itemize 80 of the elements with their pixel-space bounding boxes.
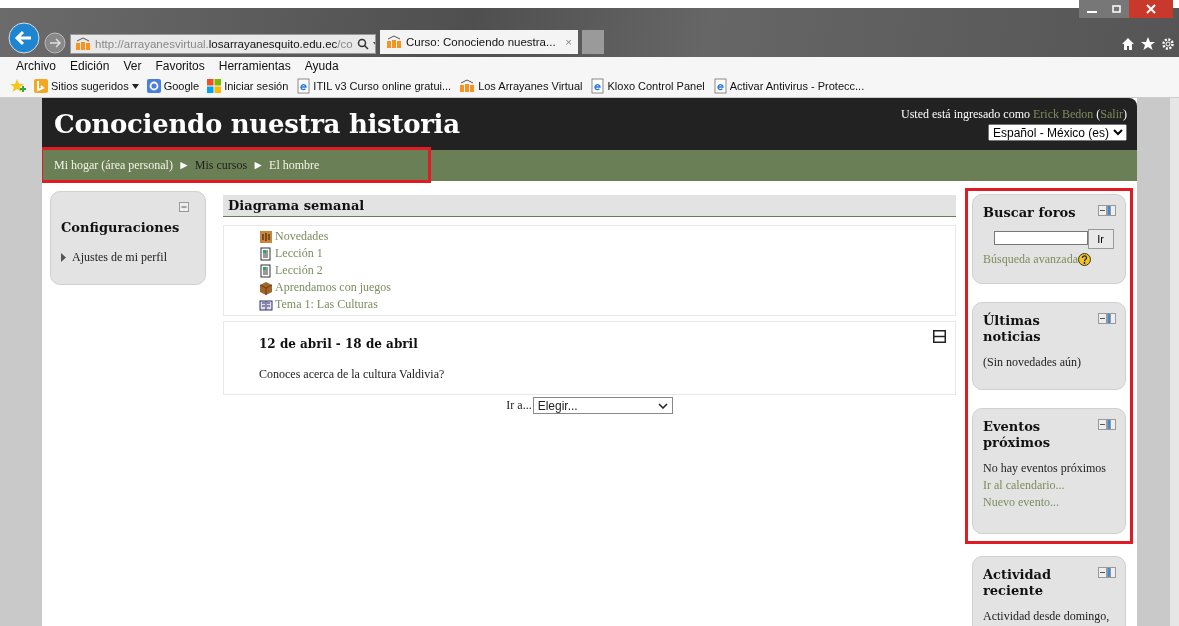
activity-link[interactable]: Lección 1 (275, 246, 323, 261)
address-text: http://arrayanesvirtual.losarrayanesquito.edu.ec/co (95, 38, 353, 50)
breadcrumb-link[interactable]: Mis cursos (194, 158, 248, 173)
activity-link[interactable]: Tema 1: Las Culturas (275, 297, 378, 312)
dock-icon[interactable] (1098, 567, 1116, 578)
block-text: No hay eventos próximos (983, 459, 1107, 477)
collapsed-arrow-icon[interactable] (61, 253, 66, 263)
address-bar[interactable]: http://arrayanesvirtual.losarrayanesquito.edu.ec/co (70, 34, 376, 54)
box-icon (259, 280, 273, 295)
help-icon[interactable] (1077, 253, 1091, 267)
moodle-logo-icon (386, 35, 402, 49)
home-icon[interactable] (1121, 37, 1135, 51)
jump-label: Ir a... (506, 398, 532, 413)
browser-tab[interactable]: Curso: Conociendo nuestra... × (380, 30, 578, 54)
dock-icon[interactable] (1098, 205, 1116, 216)
forward-icon[interactable] (44, 32, 66, 54)
moodle-logo-icon (459, 79, 476, 93)
menu-item[interactable]: Ver (123, 59, 142, 73)
course-title: Conociendo nuestra historia (54, 109, 460, 139)
page-icon (712, 78, 727, 94)
back-icon[interactable] (8, 22, 40, 54)
page-icon (590, 78, 605, 94)
page-icon (296, 78, 311, 94)
language-select[interactable]: Español - México (es) (988, 124, 1127, 141)
add-favorite-icon[interactable] (10, 79, 26, 93)
document-icon (259, 246, 273, 261)
settings-icon[interactable] (1161, 37, 1175, 51)
block-title: Eventos próximos (983, 419, 1052, 452)
forum-icon (259, 229, 273, 244)
minimize-icon[interactable] (1079, 0, 1105, 18)
activity-link[interactable]: Lección 2 (275, 263, 323, 278)
dock-icon[interactable] (1098, 419, 1116, 430)
jump-select[interactable]: Elegir... (532, 397, 673, 414)
breadcrumb-separator: ► (252, 158, 265, 173)
dock-icon[interactable] (1098, 313, 1116, 324)
block-text: Actividad desde domingo, (983, 607, 1111, 625)
bookmark-link[interactable]: Activar Antivirus - Protecc... (712, 78, 865, 94)
restore-icon[interactable] (1105, 0, 1129, 18)
block-title: Últimas noticias (983, 313, 1042, 346)
moodle-logo-icon (75, 37, 91, 51)
breadcrumb-link[interactable]: Mi hogar (área personal) (54, 158, 173, 173)
block-text: (Sin novedades aún) (983, 353, 1082, 371)
menu-item[interactable]: Herramientas (218, 59, 291, 73)
scrollbar[interactable] (1170, 98, 1179, 626)
bookmark-link[interactable]: Google (146, 79, 200, 93)
caret-icon (657, 402, 668, 409)
block-title: Actividad reciente (983, 567, 1053, 600)
block-title: Buscar foros (983, 205, 1076, 222)
bookmark-link[interactable]: Kloxo Control Panel (590, 78, 705, 94)
bookmark-logo-icon (146, 79, 161, 93)
bookmark-link[interactable]: Iniciar sesión (207, 79, 289, 93)
go-button[interactable]: Ir (1087, 229, 1114, 250)
document-icon (259, 263, 273, 278)
breadcrumb-link[interactable]: El hombre (269, 158, 320, 173)
block-title: Configuraciones (61, 220, 180, 237)
menu-item[interactable]: Edición (70, 59, 110, 73)
bookmark-logo-icon (34, 79, 48, 93)
search-field[interactable] (993, 231, 1088, 246)
activity-link[interactable]: Aprendamos con juegos (275, 280, 391, 295)
breadcrumb-separator: ► (177, 158, 190, 173)
menu-item[interactable]: Archivo (16, 59, 56, 73)
login-info: Usted está ingresado como Erick Bedon (Salir) (901, 107, 1127, 122)
login-link[interactable]: Salir (1100, 107, 1123, 121)
settings-link[interactable]: Ajustes de mi perfil (72, 250, 167, 266)
favorites-star-icon[interactable] (1141, 37, 1155, 51)
close-icon[interactable] (1129, 0, 1173, 18)
activity-link[interactable]: Novedades (275, 229, 329, 244)
week-title: 12 de abril - 18 de abril (259, 337, 419, 351)
windows-logo-icon (207, 79, 222, 93)
collapse-section-icon[interactable] (933, 330, 946, 343)
bookmark-link[interactable]: Sitios sugeridos (34, 79, 139, 93)
bookmark-link[interactable]: Los Arrayanes Virtual (459, 79, 583, 93)
bookmark-link[interactable]: ITIL v3 Curso online gratui... (296, 78, 452, 94)
menu-item[interactable]: Favoritos (155, 59, 205, 73)
menu-item[interactable]: Ayuda (304, 59, 339, 73)
search-icon[interactable] (356, 38, 369, 50)
book-icon (259, 297, 273, 312)
login-link[interactable]: Erick Bedon (1033, 107, 1094, 121)
section-heading: Diagrama semanal (223, 195, 956, 217)
week-summary: Conoces acerca de la cultura Valdivia? (259, 367, 446, 382)
